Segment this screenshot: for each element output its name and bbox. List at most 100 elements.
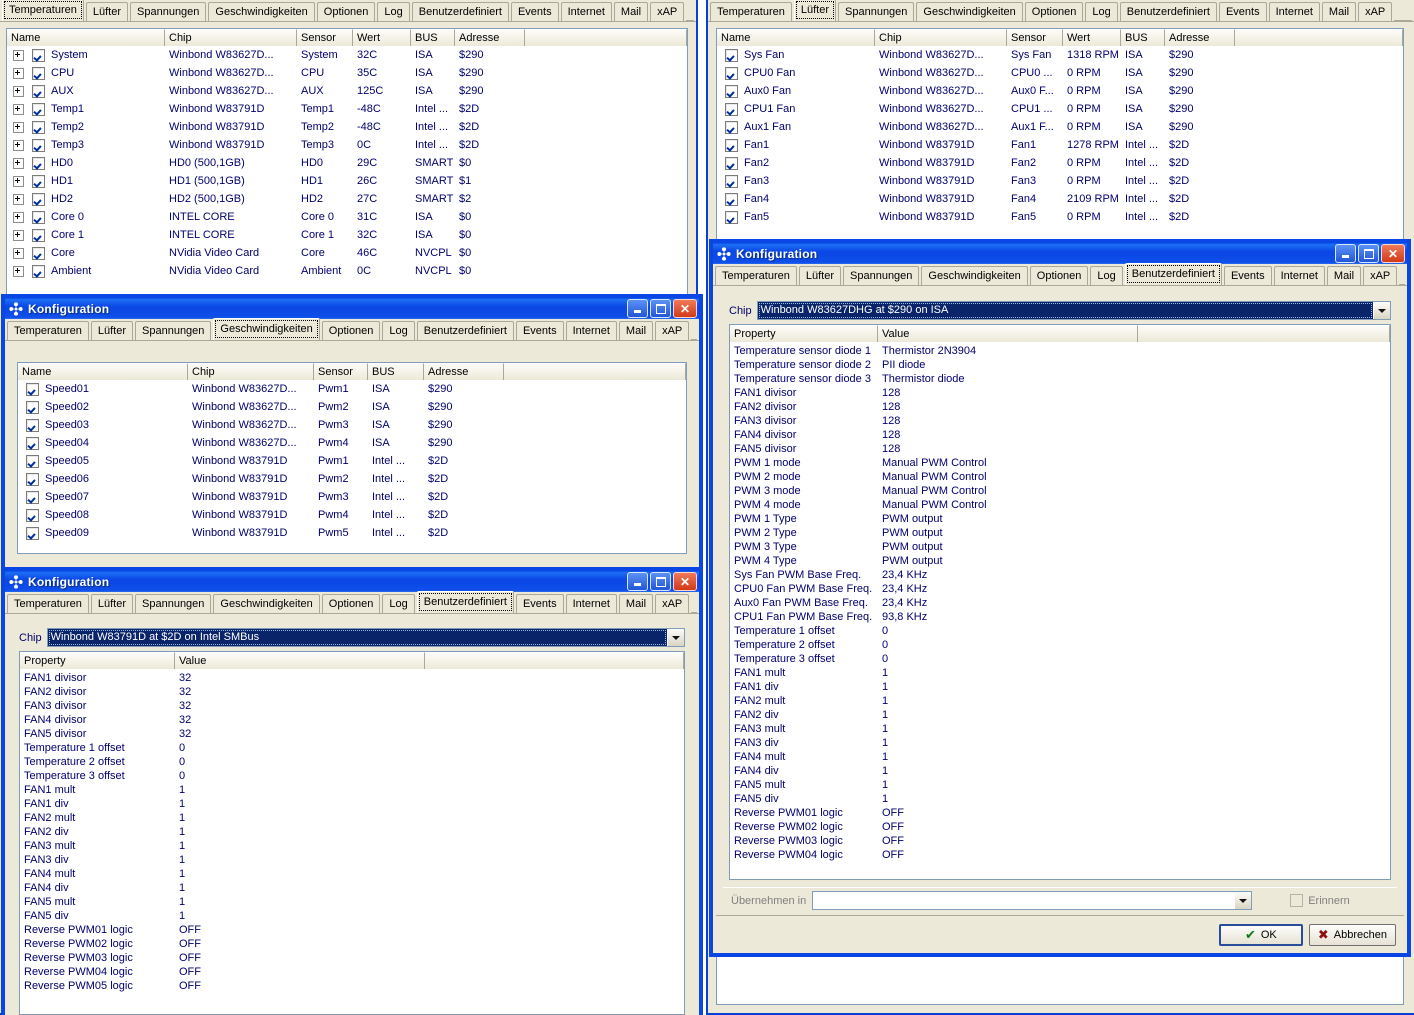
property-row[interactable]: FAN4 div 1: [20, 881, 684, 895]
expand-plus-icon[interactable]: [13, 85, 24, 97]
property-row[interactable]: PWM 1 Type PWM output: [730, 512, 1390, 526]
row-enable-checkbox[interactable]: [26, 454, 39, 468]
custom-627-property-list[interactable]: Property Value Temperature sensor diode 1…: [729, 324, 1391, 880]
custom-627-list-header[interactable]: Property Value: [730, 325, 1390, 342]
expand-plus-icon[interactable]: [13, 139, 24, 151]
chip-combobox[interactable]: Winbond W83791D at $2D on Intel SMBus: [46, 628, 685, 647]
chevron-down-icon[interactable]: [1373, 302, 1390, 319]
chevron-down-icon[interactable]: [667, 629, 684, 646]
chevron-down-icon[interactable]: [1234, 892, 1252, 909]
table-row[interactable]: Speed06 Winbond W83791D Pwm2 Intel ... $2D: [18, 470, 686, 488]
property-row[interactable]: FAN4 mult 1: [20, 867, 684, 881]
property-row[interactable]: PWM 2 mode Manual PWM Control: [730, 470, 1390, 484]
property-row[interactable]: Reverse PWM03 logic OFF: [730, 834, 1390, 848]
speeds-list-body[interactable]: Speed01 Winbond W83627D... Pwm1 ISA $290 Spee…: [18, 380, 686, 542]
row-enable-checkbox[interactable]: [26, 382, 39, 396]
dialog-konfiguration-benutzerdefiniert-w83791d[interactable]: Konfiguration ✕ Temperaturen Lüfter Spannu…: [2, 568, 702, 1015]
table-row[interactable]: Ambient NVidia Video Card Ambient 0C NVCPL $0: [7, 262, 687, 280]
row-enable-checkbox[interactable]: [32, 156, 45, 170]
maximize-button[interactable]: [1358, 244, 1379, 263]
row-enable-checkbox[interactable]: [32, 228, 45, 242]
titlebar-buttons-speeds[interactable]: ✕: [627, 299, 697, 318]
property-row[interactable]: FAN5 div 1: [730, 792, 1390, 806]
tab-geschwindigkeiten[interactable]: Geschwindigkeiten: [213, 318, 320, 340]
column-header-name[interactable]: Name: [7, 29, 165, 46]
property-row[interactable]: FAN1 div 1: [730, 680, 1390, 694]
tab-benutzerdefiniert[interactable]: Benutzerdefiniert: [416, 321, 514, 340]
property-row[interactable]: FAN4 div 1: [730, 764, 1390, 778]
property-row[interactable]: FAN4 mult 1: [730, 750, 1390, 764]
tab-geschwindigkeiten[interactable]: Geschwindigkeiten: [916, 2, 1023, 21]
table-row[interactable]: Fan1 Winbond W83791D Fan1 1278 RPM Intel ...…: [717, 136, 1403, 154]
table-row[interactable]: Speed02 Winbond W83627D... Pwm2 ISA $290: [18, 398, 686, 416]
tab-benutzerdefiniert[interactable]: Benutzerdefiniert: [411, 2, 509, 21]
table-row[interactable]: Core 0 INTEL CORE Core 0 31C ISA $0: [7, 208, 687, 226]
tab-geschwindigkeiten[interactable]: Geschwindigkeiten: [213, 594, 320, 613]
table-row[interactable]: CPU0 Fan Winbond W83627D... CPU0 ... 0 RPM I…: [717, 64, 1403, 82]
temperatures-list-body[interactable]: System Winbond W83627D... System 32C ISA $290…: [7, 46, 687, 280]
row-enable-checkbox[interactable]: [32, 138, 45, 152]
property-row[interactable]: Sys Fan PWM Base Freq. 23,4 KHz: [730, 568, 1390, 582]
property-row[interactable]: FAN3 div 1: [730, 736, 1390, 750]
expand-plus-icon[interactable]: [13, 193, 24, 205]
tab-log[interactable]: Log: [1085, 2, 1118, 21]
property-row[interactable]: Reverse PWM01 logic OFF: [730, 806, 1390, 820]
row-enable-checkbox[interactable]: [32, 264, 45, 278]
row-enable-checkbox[interactable]: [725, 48, 738, 62]
tab-temperaturen[interactable]: Temperaturen: [715, 266, 797, 285]
column-header-chip[interactable]: Chip: [875, 29, 1007, 46]
column-header-property[interactable]: Property: [20, 652, 175, 669]
apply-to-combobox[interactable]: [812, 891, 1253, 910]
property-row[interactable]: Temperature 2 offset 0: [730, 638, 1390, 652]
property-row[interactable]: FAN3 div 1: [20, 853, 684, 867]
property-row[interactable]: PWM 4 Type PWM output: [730, 554, 1390, 568]
property-row[interactable]: Temperature 3 offset 0: [730, 652, 1390, 666]
column-header-sensor[interactable]: Sensor: [314, 363, 368, 380]
tab-optionen[interactable]: Optionen: [1024, 2, 1084, 21]
property-row[interactable]: Temperature sensor diode 2 PII diode: [730, 358, 1390, 372]
tab-geschwindigkeiten[interactable]: Geschwindigkeiten: [208, 2, 315, 21]
maximize-button[interactable]: [650, 572, 671, 591]
tab-log[interactable]: Log: [377, 2, 410, 21]
titlebar-custom-627[interactable]: Konfiguration ✕: [713, 243, 1407, 264]
tab-optionen[interactable]: Optionen: [316, 2, 376, 21]
custom-791-property-list[interactable]: Property Value FAN1 divisor 32 FAN2 divisor…: [19, 651, 685, 1015]
property-row[interactable]: Temperature sensor diode 3 Thermistor dio…: [730, 372, 1390, 386]
property-row[interactable]: FAN5 divisor 128: [730, 442, 1390, 456]
tab-log[interactable]: Log: [382, 594, 415, 613]
property-row[interactable]: Temperature 2 offset 0: [20, 755, 684, 769]
tab-mail[interactable]: Mail: [1326, 266, 1362, 285]
table-row[interactable]: Core 1 INTEL CORE Core 1 32C ISA $0: [7, 226, 687, 244]
table-row[interactable]: AUX Winbond W83627D... AUX 125C ISA $290: [7, 82, 687, 100]
titlebar-speeds[interactable]: Konfiguration ✕: [5, 298, 699, 319]
speeds-list[interactable]: Name Chip Sensor BUS Adresse Speed01 Winbond …: [17, 362, 687, 554]
table-row[interactable]: Speed03 Winbond W83627D... Pwm3 ISA $290: [18, 416, 686, 434]
table-row[interactable]: Speed07 Winbond W83791D Pwm3 Intel ... $2D: [18, 488, 686, 506]
table-row[interactable]: Aux0 Fan Winbond W83627D... Aux0 F... 0 RPM…: [717, 82, 1403, 100]
table-row[interactable]: Speed05 Winbond W83791D Pwm1 Intel ... $2D: [18, 452, 686, 470]
row-enable-checkbox[interactable]: [26, 472, 39, 486]
tab-internet[interactable]: Internet: [565, 321, 617, 340]
column-header-sensor[interactable]: Sensor: [297, 29, 353, 46]
table-row[interactable]: System Winbond W83627D... System 32C ISA $290: [7, 46, 687, 64]
row-enable-checkbox[interactable]: [32, 48, 45, 62]
property-row[interactable]: Reverse PWM03 logic OFF: [20, 951, 684, 965]
tab-events[interactable]: Events: [515, 321, 564, 340]
tab-mail[interactable]: Mail: [618, 321, 654, 340]
column-header-name[interactable]: Name: [18, 363, 188, 380]
row-enable-checkbox[interactable]: [32, 210, 45, 224]
column-header-chip[interactable]: Chip: [188, 363, 314, 380]
column-header-property[interactable]: Property: [730, 325, 878, 342]
row-enable-checkbox[interactable]: [26, 436, 39, 450]
property-row[interactable]: Aux0 Fan PWM Base Freq. 23,4 KHz: [730, 596, 1390, 610]
property-row[interactable]: Reverse PWM05 logic OFF: [20, 979, 684, 993]
close-button[interactable]: ✕: [1381, 244, 1405, 263]
tab-log[interactable]: Log: [1090, 266, 1123, 285]
table-row[interactable]: Speed09 Winbond W83791D Pwm5 Intel ... $2D: [18, 524, 686, 542]
column-header-name[interactable]: Name: [717, 29, 875, 46]
column-header-wert[interactable]: Wert: [353, 29, 411, 46]
property-row[interactable]: PWM 2 Type PWM output: [730, 526, 1390, 540]
column-header-value[interactable]: Value: [175, 652, 425, 669]
table-row[interactable]: CPU1 Fan Winbond W83627D... CPU1 ... 0 RPM I…: [717, 100, 1403, 118]
tab-temperaturen[interactable]: Temperaturen: [710, 2, 792, 21]
